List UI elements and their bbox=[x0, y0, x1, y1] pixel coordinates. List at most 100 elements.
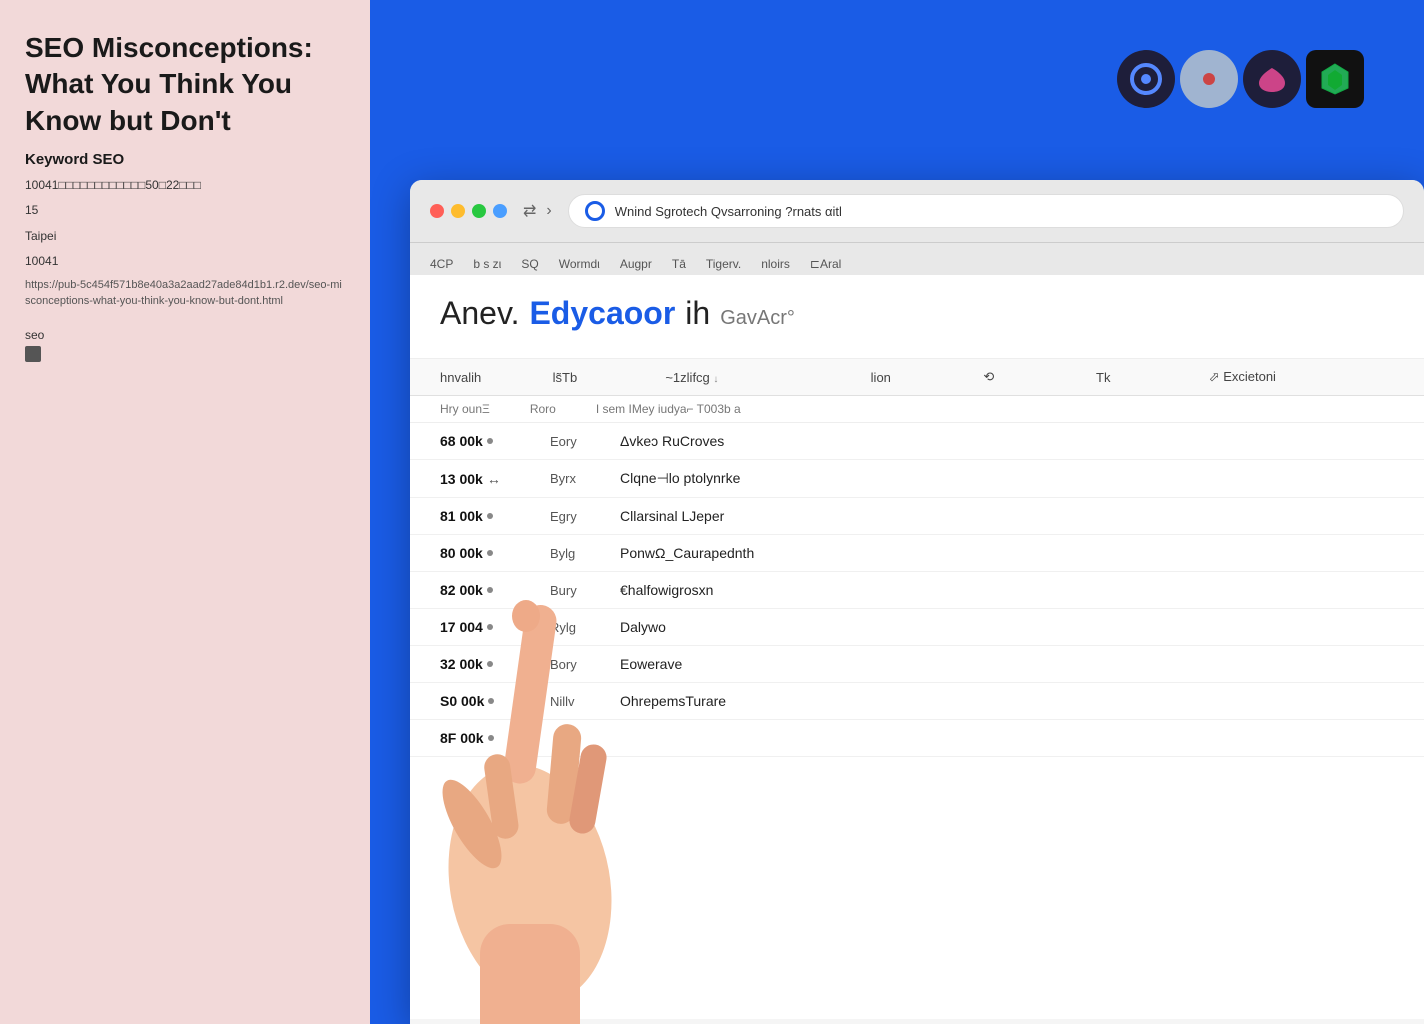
meta-line1: 10041□□□□□□□□□□□□50□22□□□ bbox=[25, 176, 345, 195]
keyword-7: OhrepemsTurare bbox=[620, 693, 1394, 709]
type-1: Byrx bbox=[550, 471, 600, 486]
th-6[interactable]: ⬀ Excietoni bbox=[1209, 369, 1394, 385]
logo-1-icon bbox=[1117, 50, 1175, 108]
table-row[interactable]: 8F 00k bbox=[410, 720, 1424, 757]
browser-chrome: ⇄ › Wnind Sgrotech Qvsarroning ?rnats αi… bbox=[410, 180, 1424, 243]
trend-icon-3 bbox=[487, 550, 493, 556]
table-row[interactable]: S0 00k Nillv OhrepemsTurare bbox=[410, 683, 1424, 720]
table-row[interactable]: 82 00k Bury €halfowigrosxn bbox=[410, 572, 1424, 609]
th-1[interactable]: ls̃Tb bbox=[553, 370, 646, 385]
keyword-4: €halfowigrosxn bbox=[620, 582, 1394, 598]
page-subtitle: GavAcr° bbox=[720, 307, 795, 330]
tab-0[interactable]: 4CP bbox=[430, 253, 453, 275]
keyword-3: PonwΩ_Caurapednth bbox=[620, 545, 1394, 561]
tab-2[interactable]: SQ bbox=[521, 253, 538, 275]
meta-line2: 15 bbox=[25, 201, 345, 220]
keyword-6: Eowerave bbox=[620, 656, 1394, 672]
th-0[interactable]: hnvalih bbox=[440, 370, 533, 385]
table-row[interactable]: 80 00k Bylg PonwΩ_Caurapednth bbox=[410, 535, 1424, 572]
col-sub-0: Hry ounΞ bbox=[440, 402, 490, 416]
page-title-area: Anev. Edycaoor ih GavAcr° bbox=[440, 295, 1394, 332]
tab-8[interactable]: ⊏Aral bbox=[810, 253, 841, 275]
keyword-2: Cllarsinal LJeper bbox=[620, 508, 1394, 524]
tag-icon bbox=[25, 346, 41, 362]
volume-5: 17 004 bbox=[440, 619, 530, 635]
logo-4-icon bbox=[1306, 50, 1364, 108]
page-title-prefix: Anev. bbox=[440, 295, 519, 332]
browser-nav: ⇄ › bbox=[523, 201, 552, 221]
meta-line3: Taipei bbox=[25, 227, 345, 246]
table-row[interactable]: 17 004 Rylg Dalywo bbox=[410, 609, 1424, 646]
tab-to[interactable]: Tā bbox=[672, 253, 686, 275]
type-5: Rylg bbox=[550, 620, 600, 635]
type-3: Bylg bbox=[550, 546, 600, 561]
logo-2-icon bbox=[1180, 50, 1238, 108]
volume-1: 13 00k ↔ bbox=[440, 471, 530, 487]
volume-6: 32 00k bbox=[440, 656, 530, 672]
minimize-button[interactable] bbox=[451, 204, 465, 218]
browser-tabs: 4CP b s zι SQ Wormdι Augpr Tā Tigerv. nl… bbox=[410, 243, 1424, 275]
type-4: Bury bbox=[550, 583, 600, 598]
tab-1[interactable]: b s zι bbox=[473, 253, 501, 275]
trend-icon-8 bbox=[488, 735, 494, 741]
right-panel: ⇄ › Wnind Sgrotech Qvsarroning ?rnats αi… bbox=[370, 0, 1424, 1024]
tab-4[interactable]: Augpr bbox=[620, 253, 652, 275]
table-body: 68 00k Eory Δvkeɔ RuCroves 13 00k ↔ Byrx… bbox=[410, 423, 1424, 757]
trend-icon-2 bbox=[487, 513, 493, 519]
forward-icon[interactable]: › bbox=[546, 202, 551, 220]
table-row[interactable]: 81 00k Egry Cllarsinal LJeper bbox=[410, 498, 1424, 535]
type-6: Bory bbox=[550, 657, 600, 672]
keyword-0: Δvkeɔ RuCroves bbox=[620, 433, 1394, 449]
meta-line4: 10041 bbox=[25, 252, 345, 271]
table-row[interactable]: 68 00k Eory Δvkeɔ RuCroves bbox=[410, 423, 1424, 460]
th-2[interactable]: ~1zlifcg ↓ bbox=[665, 370, 850, 385]
logo-area bbox=[1117, 50, 1364, 108]
column-subheaders: Hry ounΞ Roro I sem IMey iudya⌐ T003b a bbox=[410, 396, 1424, 423]
table-row[interactable]: 32 00k Bory Eowerave bbox=[410, 646, 1424, 683]
address-text: Wnind Sgrotech Qvsarroning ?rnats αitl bbox=[615, 204, 1387, 219]
extra-button[interactable] bbox=[493, 204, 507, 218]
traffic-lights bbox=[430, 204, 507, 218]
volume-8: 8F 00k bbox=[440, 730, 530, 746]
tag-seo: seo bbox=[25, 328, 44, 342]
th-5[interactable]: Tk bbox=[1096, 370, 1189, 385]
close-button[interactable] bbox=[430, 204, 444, 218]
volume-7: S0 00k bbox=[440, 693, 530, 709]
table-row[interactable]: 13 00k ↔ Byrx Clqne⊣lo ptolynrke bbox=[410, 460, 1424, 498]
trend-icon-1: ↔ bbox=[487, 471, 501, 487]
browser-content: Anev. Edycaoor ih GavAcr° hnvalih ls̃Tb … bbox=[410, 275, 1424, 1019]
trend-icon-6 bbox=[487, 661, 493, 667]
back-icon[interactable]: ⇄ bbox=[523, 201, 536, 221]
type-2: Egry bbox=[550, 509, 600, 524]
keyword-5: Dalywo bbox=[620, 619, 1394, 635]
type-0: Eory bbox=[550, 434, 600, 449]
trend-icon-4 bbox=[487, 587, 493, 593]
page-title-suffix: ih bbox=[685, 295, 710, 332]
maximize-button[interactable] bbox=[472, 204, 486, 218]
logo-3-icon bbox=[1243, 50, 1301, 108]
keyword-1: Clqne⊣lo ptolynrke bbox=[620, 470, 1394, 487]
tab-7[interactable]: nloirs bbox=[761, 253, 790, 275]
th-4[interactable]: ⟲ bbox=[983, 369, 1076, 385]
address-bar[interactable]: Wnind Sgrotech Qvsarroning ?rnats αitl bbox=[568, 194, 1404, 228]
col-sub-1: Roro bbox=[530, 402, 556, 416]
col-sub-2: I sem IMey iudya⌐ T003b a bbox=[596, 402, 741, 416]
volume-2: 81 00k bbox=[440, 508, 530, 524]
browser-window: ⇄ › Wnind Sgrotech Qvsarroning ?rnats αi… bbox=[410, 180, 1424, 1024]
sort-arrow-icon: ↓ bbox=[713, 374, 718, 385]
volume-0: 68 00k bbox=[440, 433, 530, 449]
trend-icon-5 bbox=[487, 624, 493, 630]
type-7: Nillv bbox=[550, 694, 600, 709]
th-3[interactable]: lion bbox=[871, 370, 964, 385]
browser-logo-icon bbox=[585, 201, 605, 221]
trend-icon-7 bbox=[488, 698, 494, 704]
tab-6[interactable]: Tigerv. bbox=[706, 253, 741, 275]
volume-4: 82 00k bbox=[440, 582, 530, 598]
left-panel: SEO Misconceptions: What You Think You K… bbox=[0, 0, 370, 1024]
trend-icon-0 bbox=[487, 438, 493, 444]
page-title-bold: Edycaoor bbox=[529, 295, 675, 332]
page-header: Anev. Edycaoor ih GavAcr° bbox=[410, 275, 1424, 359]
keyword-label: Keyword SEO bbox=[25, 151, 345, 168]
tab-worn-ji[interactable]: Wormdι bbox=[559, 253, 600, 275]
article-title: SEO Misconceptions: What You Think You K… bbox=[25, 30, 345, 139]
